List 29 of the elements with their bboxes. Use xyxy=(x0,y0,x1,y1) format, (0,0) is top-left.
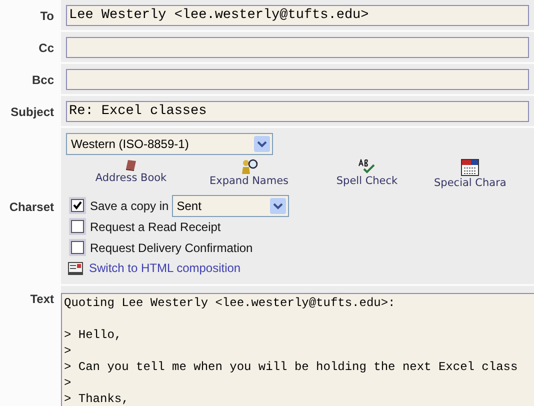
toolbar-button[interactable]: Expand Names xyxy=(190,159,308,189)
input-field[interactable] xyxy=(66,37,529,58)
toolbar-button[interactable]: Special Chara xyxy=(434,159,506,189)
input-field[interactable]: Re: Excel classes xyxy=(66,101,529,122)
compose-icon xyxy=(68,262,83,274)
field-label: Cc xyxy=(38,41,54,55)
book-icon xyxy=(125,159,137,171)
checkbox[interactable] xyxy=(71,199,84,212)
checkbox[interactable] xyxy=(71,220,84,233)
field-label: Charset xyxy=(9,200,54,214)
field-label: Subject xyxy=(10,105,54,119)
field-label: To xyxy=(40,9,54,23)
html-composition-link[interactable]: Switch to HTML composition xyxy=(89,261,241,275)
toolbar-button[interactable]: Address Book xyxy=(72,159,190,189)
field-label: Text xyxy=(30,292,54,306)
input-field[interactable]: Lee Westerly <lee.westerly@tufts.edu> xyxy=(66,5,529,26)
person-magnifier-icon xyxy=(240,159,258,174)
charset-dropdown[interactable]: Western (ISO-8859-1) xyxy=(66,133,273,155)
message-text-area[interactable]: Quoting Lee Westerly <lee.westerly@tufts.edu>: > Hello, > > Can you tell me when you will be holding the next Excel class > > Thanks, xyxy=(61,293,534,406)
checkbox-label: Request Delivery Confirmation xyxy=(90,240,253,254)
checkbox[interactable] xyxy=(71,241,84,254)
checkbox-label: Request a Read Receipt xyxy=(90,220,221,234)
folder-dropdown[interactable]: Sent xyxy=(172,194,289,216)
keyboard-flag-icon xyxy=(461,159,480,176)
field-label: Bcc xyxy=(32,73,54,87)
input-field[interactable] xyxy=(66,69,529,90)
toolbar-button[interactable]: Spell Check xyxy=(308,159,426,189)
checkbox-label: Save a copy in xyxy=(90,198,169,212)
spell-check-icon xyxy=(358,159,376,174)
